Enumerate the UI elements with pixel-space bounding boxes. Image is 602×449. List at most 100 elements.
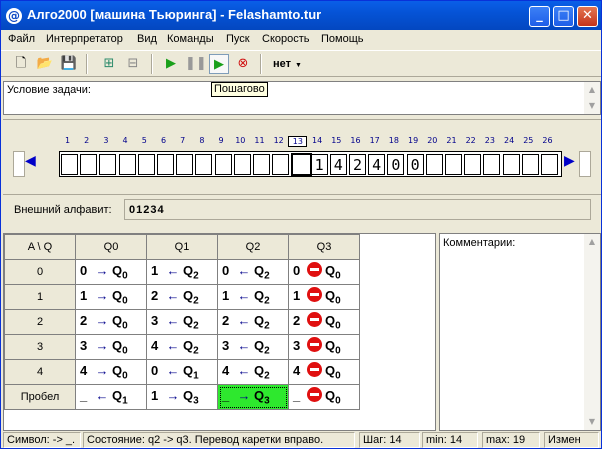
tape-cell[interactable]: 0 [387,154,405,175]
symbol-row-header[interactable]: 4 [4,359,76,385]
command-cell[interactable]: 4 → Q0 [75,359,147,385]
tape-cell[interactable] [502,154,520,175]
pause-icon[interactable]: ❚❚ [185,54,207,74]
tape-cell[interactable] [157,154,174,175]
minimize-button[interactable]: _ [529,6,550,27]
comments-scrollbar[interactable]: ▲ ▼ [584,234,600,430]
scroll-down-icon[interactable]: ▼ [584,98,600,114]
step-icon[interactable]: ▶ [209,54,229,74]
symbol-row-header[interactable]: 1 [4,284,76,310]
tape-cell[interactable] [233,154,251,175]
alphabet-field[interactable]: 01234 [124,199,591,220]
command-cell[interactable]: 3 ← Q2 [146,309,218,335]
tape-cell[interactable] [464,154,482,175]
tape-cell[interactable]: 0 [406,154,424,175]
command-cell[interactable]: 1 ← Q2 [146,259,218,285]
tape-cell[interactable]: 1 [310,154,328,175]
command-cell[interactable]: 4 Q0 [288,359,360,385]
tape[interactable]: 142400 [59,151,562,177]
menu-help[interactable]: Помощь [321,33,364,45]
command-cell[interactable]: 4 ← Q2 [146,334,218,360]
menu-speed[interactable]: Скорость [262,33,310,45]
command-cell[interactable]: 1 → Q0 [75,284,147,310]
tape-cell[interactable]: 2 [349,154,366,175]
comments-panel[interactable]: Комментарии: ▲ ▼ [439,233,601,431]
command-cell[interactable]: 2 → Q0 [75,309,147,335]
close-button[interactable]: ✕ [577,6,598,27]
command-cell[interactable]: 1 Q0 [288,284,360,310]
state-header[interactable]: Q3 [288,234,360,260]
state-header[interactable]: Q0 [75,234,147,260]
tape-cell[interactable] [195,154,213,175]
speed-dropdown[interactable]: нет ▼ [269,54,307,74]
tape-cell[interactable] [291,153,313,176]
maximize-button[interactable]: □ [553,6,574,27]
command-cell[interactable]: _ Q0 [288,384,360,410]
tape-cell[interactable]: 4 [368,154,386,175]
tape-cell[interactable] [445,154,462,175]
stop-icon [307,287,322,303]
delete-row-icon[interactable]: ⊟ [123,54,143,74]
insert-row-icon[interactable]: ⊞ [99,54,119,74]
command-cell[interactable]: 0 Q0 [288,259,360,285]
command-cell[interactable]: 1 ← Q2 [217,284,289,310]
state-header[interactable]: Q2 [217,234,289,260]
tape-cell[interactable] [61,154,78,175]
command-cell[interactable]: 3 → Q0 [75,334,147,360]
tape-cell[interactable] [137,154,155,175]
menu-file[interactable]: Файл [8,33,35,45]
tape-cell[interactable] [272,154,290,175]
symbol-row-header[interactable]: 0 [4,259,76,285]
tape-right-edge[interactable] [579,151,591,177]
command-cell[interactable]: 1 → Q3 [146,384,218,410]
scroll-up-icon[interactable]: ▲ [584,234,600,250]
title-bar[interactable]: @ Алго2000 [машина Тьюринга] - Felashamt… [1,1,601,30]
symbol-row-header[interactable]: 2 [4,309,76,335]
tape-cell[interactable] [118,154,136,175]
menu-view[interactable]: Вид [137,33,157,45]
new-file-icon[interactable]: 🗋 [11,54,31,74]
tape-cell[interactable] [99,154,117,175]
command-cell[interactable]: 3 ← Q2 [217,334,289,360]
tape-cell[interactable] [214,154,232,175]
tape-left-edge[interactable] [13,151,25,177]
menu-commands[interactable]: Команды [167,33,214,45]
symbol-row-header[interactable]: Пробел [4,384,76,410]
stop-icon[interactable]: ⊗ [233,54,253,74]
scroll-down-icon[interactable]: ▼ [584,414,600,430]
command-cell[interactable]: 0 ← Q2 [217,259,289,285]
symbol-row-header[interactable]: 3 [4,334,76,360]
tape-cell[interactable]: 4 [329,154,347,175]
open-folder-icon[interactable]: 📂 [35,54,55,74]
command-cell[interactable]: 0 → Q0 [75,259,147,285]
menu-interpreter[interactable]: Интерпретатор [46,33,123,45]
state-header[interactable]: Q1 [146,234,218,260]
state-letter: Q [325,388,336,404]
run-icon[interactable]: ▶ [161,54,181,74]
tape-cell[interactable] [541,154,558,175]
tape-cell[interactable] [425,154,443,175]
task-scrollbar[interactable]: ▲ ▼ [584,82,600,114]
save-icon[interactable]: 💾 [59,54,79,74]
tape-cell[interactable] [176,154,194,175]
tape-cell[interactable] [80,154,98,175]
comments-label: Комментарии: [443,237,516,249]
command-cell[interactable]: _ ← Q1 [75,384,147,410]
command-cell[interactable]: 2 Q0 [288,309,360,335]
tape-left-arrow-icon[interactable]: ◀ [25,153,36,169]
write-symbol: 4 [151,337,159,353]
tape-cell[interactable] [521,154,539,175]
tape-right-arrow-icon[interactable]: ▶ [564,153,575,169]
command-cell[interactable]: 0 ← Q1 [146,359,218,385]
stop-icon [307,312,322,328]
command-cell[interactable]: 3 Q0 [288,334,360,360]
tape-cell[interactable] [253,154,270,175]
tape-cell[interactable] [483,154,501,175]
scroll-up-icon[interactable]: ▲ [584,82,600,98]
command-cell[interactable]: 2 ← Q2 [217,309,289,335]
command-cell[interactable]: 4 ← Q2 [217,359,289,385]
task-condition-panel[interactable]: Условие задачи: Пошагово ▲ ▼ [3,81,601,115]
command-cell[interactable]: _ → Q3 [217,384,289,410]
menu-run[interactable]: Пуск [226,33,250,45]
command-cell[interactable]: 2 ← Q2 [146,284,218,310]
